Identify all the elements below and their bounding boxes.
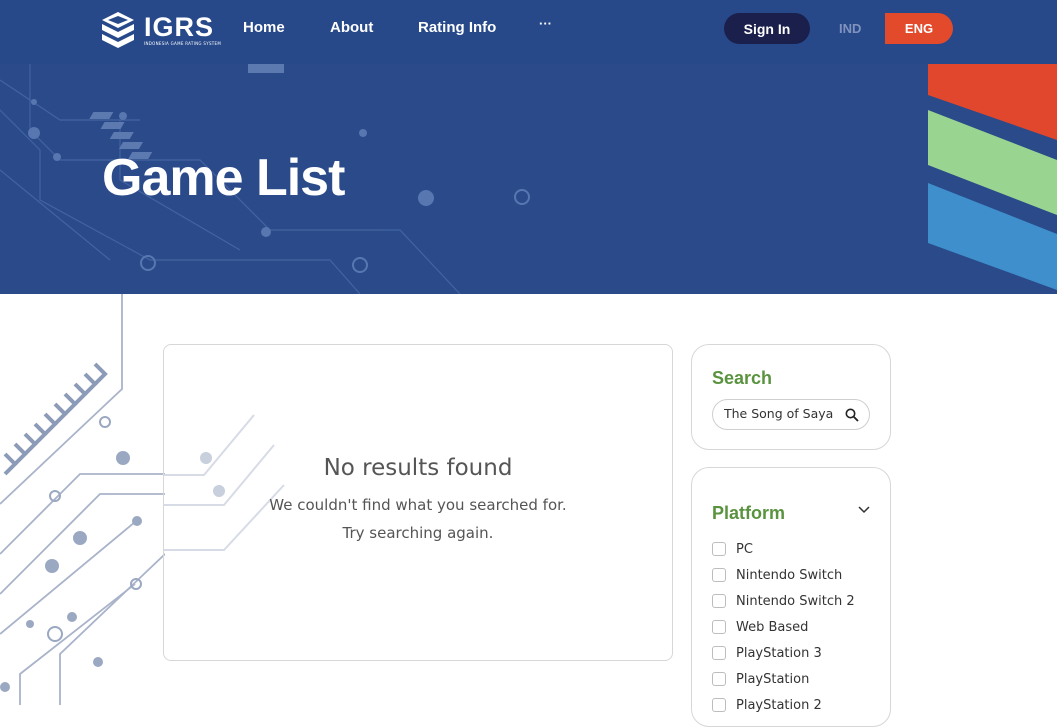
- platform-option-label: PlayStation 3: [736, 645, 822, 661]
- igrs-logo-icon: [102, 12, 134, 48]
- search-panel: Search: [691, 344, 891, 450]
- navbar: IGRS INDONESIA GAME RATING SYSTEM Home A…: [0, 0, 1057, 64]
- platform-option-nintendo-switch-2[interactable]: Nintendo Switch 2: [712, 588, 855, 614]
- checkbox[interactable]: [712, 620, 726, 634]
- checkbox[interactable]: [712, 698, 726, 712]
- platform-option-label: PlayStation: [736, 671, 810, 687]
- search-input[interactable]: [724, 406, 836, 421]
- checkbox[interactable]: [712, 672, 726, 686]
- results-panel: No results found We couldn't find what y…: [163, 344, 673, 661]
- platform-option-label: PlayStation 2: [736, 697, 822, 713]
- lang-ind-button[interactable]: IND: [839, 21, 861, 36]
- platform-option-playstation-2[interactable]: PlayStation 2: [712, 692, 855, 718]
- platform-option-label: Nintendo Switch: [736, 567, 843, 583]
- logo-text: IGRS: [144, 12, 215, 42]
- platform-heading: Platform: [712, 503, 786, 523]
- platform-option-label: Web Based: [736, 619, 809, 635]
- nav-rating-info[interactable]: Rating Info: [418, 19, 496, 36]
- platform-option-label: PC: [736, 541, 753, 557]
- no-results-message: We couldn't find what you searched for. …: [164, 491, 672, 547]
- sign-in-button[interactable]: Sign In: [724, 13, 810, 44]
- chevron-down-icon[interactable]: [858, 506, 870, 514]
- no-results-title: No results found: [323, 455, 513, 481]
- platform-option-playstation[interactable]: PlayStation: [712, 666, 855, 692]
- platform-option-label: Nintendo Switch 2: [736, 593, 855, 609]
- no-results-line-1: We couldn't find what you searched for.: [269, 496, 567, 514]
- nav-home[interactable]: Home: [243, 19, 285, 36]
- platform-filter-panel: Platform PC Nintendo Switch Nintendo Swi…: [691, 467, 891, 727]
- left-circuit-decoration: [0, 294, 165, 705]
- nav-more-button[interactable]: ···: [539, 16, 552, 31]
- platform-option-pc[interactable]: PC: [712, 536, 855, 562]
- platform-option-nintendo-switch[interactable]: Nintendo Switch: [712, 562, 855, 588]
- logo-subtitle: INDONESIA GAME RATING SYSTEM: [144, 41, 222, 46]
- nav-about[interactable]: About: [330, 19, 373, 36]
- search-icon[interactable]: [845, 408, 859, 422]
- no-results-line-2: Try searching again.: [342, 524, 494, 542]
- igrs-logo[interactable]: IGRS INDONESIA GAME RATING SYSTEM: [100, 10, 221, 50]
- search-heading: Search: [712, 368, 773, 388]
- lang-eng-button[interactable]: ENG: [885, 13, 953, 44]
- search-box: [712, 399, 870, 430]
- checkbox[interactable]: [712, 568, 726, 582]
- platform-option-web-based[interactable]: Web Based: [712, 614, 855, 640]
- platform-list: PC Nintendo Switch Nintendo Switch 2 Web…: [712, 536, 855, 718]
- checkbox[interactable]: [712, 594, 726, 608]
- page-title: Game List: [102, 149, 345, 207]
- checkbox[interactable]: [712, 646, 726, 660]
- checkbox[interactable]: [712, 542, 726, 556]
- platform-option-playstation-3[interactable]: PlayStation 3: [712, 640, 855, 666]
- hero-banner: IGRS INDONESIA GAME RATING SYSTEM Home A…: [0, 0, 1057, 294]
